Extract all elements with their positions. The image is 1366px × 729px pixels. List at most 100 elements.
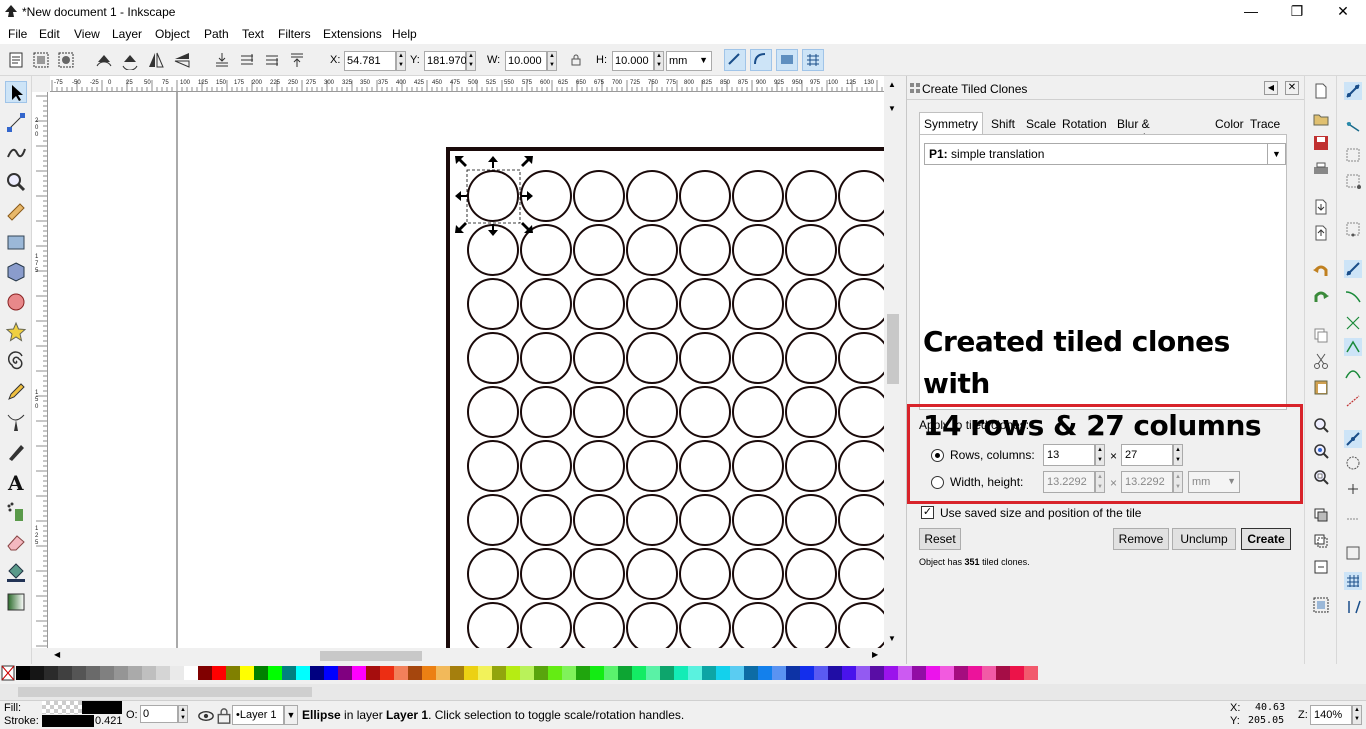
menu-layer[interactable]: Layer (112, 27, 142, 41)
palette-swatch[interactable] (870, 666, 884, 680)
tiled-clone-circle[interactable] (626, 494, 678, 546)
tiled-clone-circle[interactable] (838, 494, 884, 546)
palette-swatch[interactable] (366, 666, 380, 680)
tiled-clone-circle[interactable] (679, 224, 731, 276)
palette-swatch[interactable] (282, 666, 296, 680)
snap-text-baseline-icon[interactable] (1344, 506, 1362, 524)
menu-file[interactable]: File (8, 27, 27, 41)
tiled-clone-circle[interactable] (785, 494, 837, 546)
palette-swatch[interactable] (240, 666, 254, 680)
palette-swatch[interactable] (100, 666, 114, 680)
undo-icon[interactable] (1312, 262, 1330, 280)
palette-swatch[interactable] (786, 666, 800, 680)
palette-swatch[interactable] (548, 666, 562, 680)
tiled-clone-circle[interactable] (573, 494, 625, 546)
tweak-tool-icon[interactable] (5, 141, 27, 163)
h-spinner[interactable]: ▲ ▼ (654, 51, 664, 71)
zoom-tool-icon[interactable] (5, 171, 27, 193)
palette-swatch[interactable] (772, 666, 786, 680)
palette-swatch[interactable] (1024, 666, 1038, 680)
width-spinner[interactable]: ▲ ▼ (1095, 471, 1105, 493)
tiled-clone-circle[interactable] (679, 440, 731, 492)
palette-scrollbar[interactable] (0, 684, 1366, 700)
opacity-spinner[interactable]: ▲ ▼ (178, 705, 188, 723)
palette-swatch[interactable] (604, 666, 618, 680)
palette-swatch[interactable] (744, 666, 758, 680)
tab-blur-opacity[interactable]: Blur & opacity (1112, 112, 1160, 145)
tiled-clone-circle[interactable] (467, 332, 519, 384)
unit-select[interactable]: mm ▼ (666, 51, 712, 71)
tiled-clones-group[interactable] (467, 170, 884, 648)
tab-color[interactable]: Color (1210, 112, 1249, 136)
raise-icon[interactable] (262, 50, 282, 70)
copy-icon[interactable] (1312, 326, 1330, 344)
scroll-left-icon[interactable]: ◀ (54, 650, 60, 659)
tiled-clone-circle[interactable] (838, 548, 884, 600)
snap-bbox-midpoints-icon[interactable] (1344, 220, 1362, 238)
reset-button[interactable]: Reset (919, 528, 961, 550)
tiled-clone-circle[interactable] (838, 278, 884, 330)
stroke-width[interactable]: 0.421 (95, 715, 123, 727)
tiled-clone-circle[interactable] (732, 386, 784, 438)
palette-swatch[interactable] (898, 666, 912, 680)
palette-swatch[interactable] (408, 666, 422, 680)
zoom-page-icon[interactable] (1312, 468, 1330, 486)
palette-swatch[interactable] (674, 666, 688, 680)
tiled-clone-circle[interactable] (679, 494, 731, 546)
palette-swatches[interactable] (0, 664, 1366, 684)
palette-swatch[interactable] (856, 666, 870, 680)
measure-tool-icon[interactable] (5, 201, 27, 223)
tiled-clone-circle[interactable] (626, 170, 678, 222)
palette-swatch[interactable] (170, 666, 184, 680)
palette-swatch[interactable] (758, 666, 772, 680)
tiled-clone-circle[interactable] (732, 278, 784, 330)
x-field[interactable]: 54.781 (344, 51, 396, 71)
redo-icon[interactable] (1312, 288, 1330, 306)
minimize-button[interactable]: — (1228, 0, 1274, 24)
tiled-clone-circle[interactable] (785, 440, 837, 492)
tiled-clone-circle[interactable] (467, 548, 519, 600)
palette-swatch[interactable] (702, 666, 716, 680)
rotate-cw-icon[interactable] (120, 50, 140, 71)
snap-smooth-nodes-icon[interactable] (1344, 364, 1362, 382)
palette-swatch[interactable] (156, 666, 170, 680)
opacity-field[interactable]: 0 (140, 705, 178, 723)
invert-selection-icon[interactable] (56, 50, 76, 70)
tiled-clone-circle[interactable] (573, 602, 625, 648)
palette-scroll-thumb[interactable] (18, 687, 312, 697)
palette-swatch[interactable] (716, 666, 730, 680)
stroke-swatch[interactable] (42, 715, 94, 727)
no-paint-swatch[interactable] (1, 665, 15, 681)
tiled-clone-circle[interactable] (785, 332, 837, 384)
spray-tool-icon[interactable] (5, 501, 27, 523)
palette-swatch[interactable] (478, 666, 492, 680)
tiled-clone-circle[interactable] (785, 386, 837, 438)
width-height-radio[interactable] (931, 476, 944, 489)
tiled-clone-circle[interactable] (732, 548, 784, 600)
rows-columns-radio[interactable] (931, 449, 944, 462)
menu-path[interactable]: Path (204, 27, 229, 41)
tiled-clone-circle[interactable] (573, 224, 625, 276)
tiled-clone-circle[interactable] (467, 170, 519, 222)
palette-swatch[interactable] (184, 666, 198, 680)
tab-rotation[interactable]: Rotation (1057, 112, 1112, 136)
scale-corners-toggle[interactable] (750, 49, 772, 71)
spiral-tool-icon[interactable] (5, 351, 27, 373)
fill-black-swatch[interactable] (82, 701, 122, 714)
tiled-clone-circle[interactable] (732, 170, 784, 222)
rows-field[interactable]: 13 (1043, 444, 1095, 466)
palette-swatch[interactable] (226, 666, 240, 680)
snap-page-border-icon[interactable] (1344, 544, 1362, 562)
scale-handle-bottom-right[interactable] (521, 222, 533, 233)
transform-gradients-toggle[interactable] (776, 49, 798, 71)
print-icon[interactable] (1312, 160, 1330, 178)
w-field[interactable]: 10.000 (505, 51, 547, 71)
tiled-clone-circle[interactable] (467, 602, 519, 648)
palette-swatch[interactable] (492, 666, 506, 680)
palette-swatch[interactable] (450, 666, 464, 680)
tiled-clone-circle[interactable] (520, 332, 572, 384)
scroll-down-small-icon[interactable]: ▼ (888, 104, 896, 113)
tiled-clone-circle[interactable] (573, 548, 625, 600)
snap-rotation-center-icon[interactable] (1344, 480, 1362, 498)
chevron-down-icon[interactable]: ▼ (284, 705, 298, 725)
